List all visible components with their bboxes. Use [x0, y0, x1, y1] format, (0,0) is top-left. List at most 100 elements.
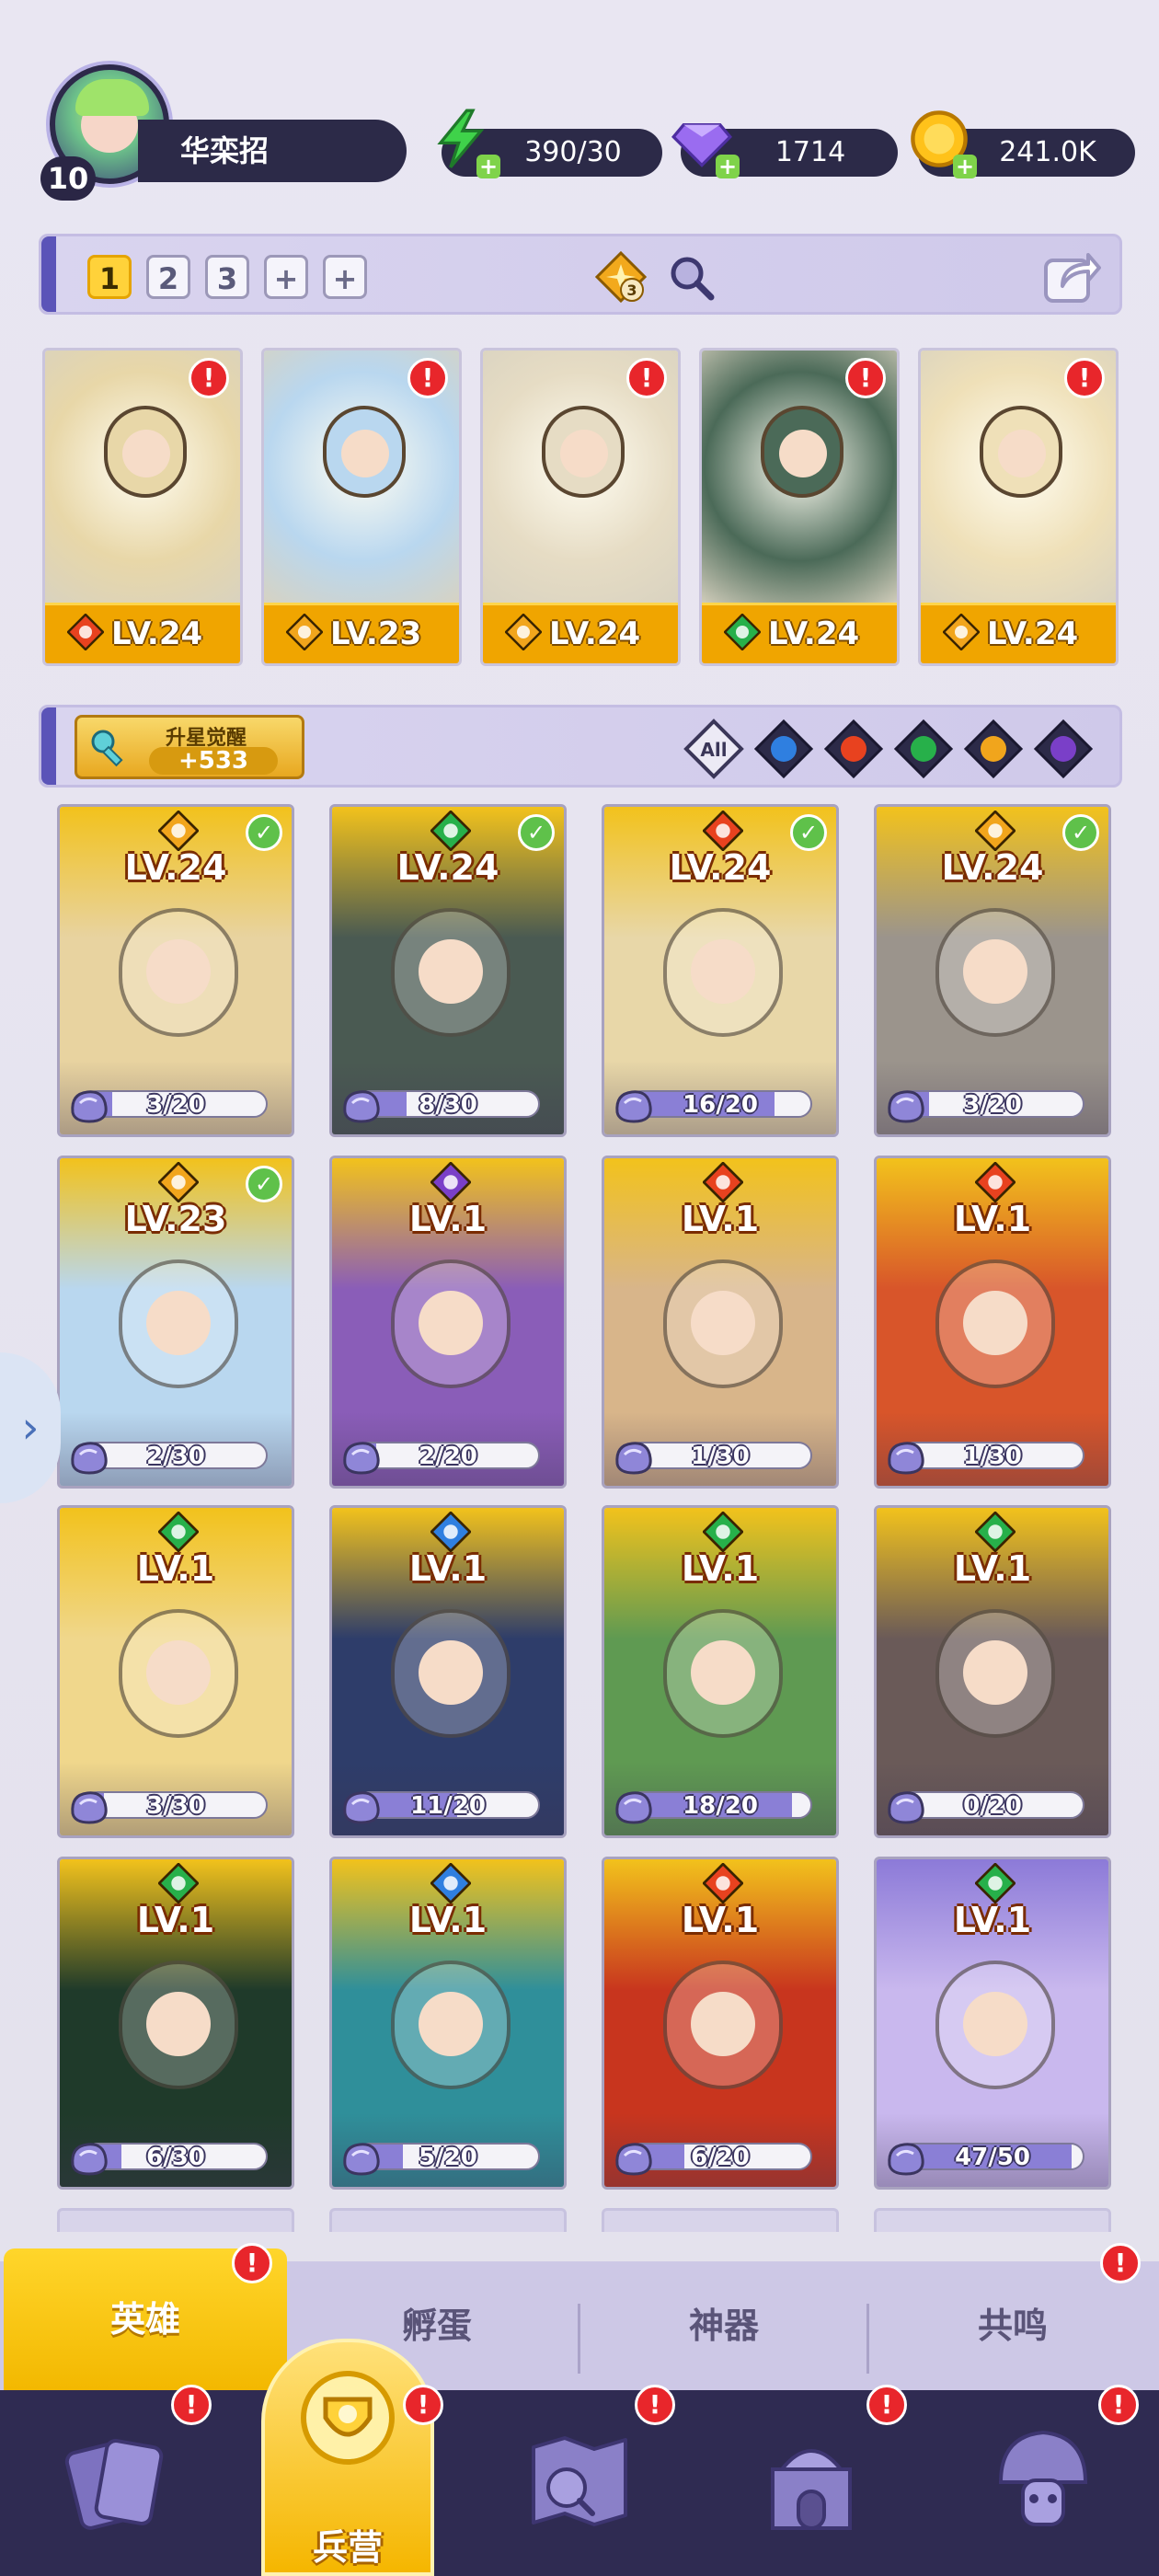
hero-card[interactable]: LV.1 47/50: [874, 1857, 1111, 2190]
nav-map-alert-icon: !: [635, 2385, 675, 2425]
add-energy-icon[interactable]: +: [476, 155, 500, 178]
shard-progress-bar: 3/30: [84, 1791, 268, 1819]
next-row-card: [602, 2208, 839, 2232]
wind-filter-icon: [893, 719, 954, 779]
lineup-alert-icon: !: [1064, 358, 1105, 398]
shard-icon: [615, 2143, 652, 2176]
hero-card[interactable]: LV.23 ✓ 2/30: [57, 1156, 294, 1489]
filter-water-button[interactable]: [753, 719, 814, 779]
shard-progress-bar: 18/20: [628, 1791, 812, 1819]
next-row-card: [57, 2208, 294, 2232]
lineup-hero-card[interactable]: LV.24!: [42, 348, 243, 666]
team-slot-2[interactable]: 2: [146, 255, 190, 299]
fire-element-icon: [974, 1161, 1016, 1203]
water-filter-icon: [753, 719, 814, 779]
shard-icon: [71, 2143, 108, 2176]
filter-light-button[interactable]: [963, 719, 1024, 779]
shard-count: 18/20: [683, 1792, 758, 1819]
nav-barracks[interactable]: 兵营 !: [232, 2339, 464, 2576]
lineup-alert-icon: !: [845, 358, 886, 398]
shard-progress-bar: 3/20: [901, 1090, 1084, 1118]
hero-card[interactable]: LV.1 1/30: [602, 1156, 839, 1489]
hero-card[interactable]: LV.1 6/30: [57, 1857, 294, 2190]
shard-count: 1/30: [691, 1443, 750, 1469]
nav-mushroom-alert-icon: !: [1098, 2385, 1139, 2425]
lineup-hero-card[interactable]: LV.24!: [480, 348, 681, 666]
gold-counter[interactable]: + 241.0K: [911, 110, 1135, 178]
filter-wind-button[interactable]: [893, 719, 954, 779]
hero-card[interactable]: LV.24 ✓ 3/20: [874, 804, 1111, 1137]
shard-count: 3/30: [146, 1792, 205, 1819]
shard-progress-bar: 6/20: [628, 2143, 812, 2170]
hero-level: LV.1: [408, 1900, 488, 1940]
energy-value: 390/30: [524, 136, 622, 168]
hero-card[interactable]: LV.1 1/30: [874, 1156, 1111, 1489]
light-element-icon: [157, 810, 200, 852]
lineup-hero-card[interactable]: LV.24!: [918, 348, 1119, 666]
mushroom-icon: [998, 2430, 1088, 2526]
shard-icon: [888, 1442, 924, 1475]
hero-card[interactable]: LV.1 11/20: [329, 1505, 567, 1838]
nav-barracks-alert-icon: !: [403, 2385, 443, 2425]
nav-mushroom[interactable]: !: [927, 2385, 1159, 2576]
energy-counter[interactable]: + 390/30: [437, 109, 662, 178]
shard-progress-bar: 5/20: [356, 2143, 540, 2170]
checkmark-icon: ✓: [1062, 814, 1099, 851]
add-gem-icon[interactable]: +: [716, 155, 740, 178]
light-element-icon: [504, 613, 543, 651]
shard-count: 3/20: [963, 1091, 1022, 1118]
category-tabs: 英雄 孵蛋 神器 共鸣 ! !: [0, 2243, 1159, 2390]
hero-card[interactable]: LV.1 2/20: [329, 1156, 567, 1489]
filter-dark-button[interactable]: [1033, 719, 1094, 779]
lineup-hero-card[interactable]: LV.24!: [699, 348, 900, 666]
gem-counter[interactable]: + 1714: [671, 122, 898, 178]
shard-progress-bar: 1/30: [628, 1442, 812, 1469]
shard-count: 6/30: [146, 2144, 205, 2170]
hero-card[interactable]: LV.1 0/20: [874, 1505, 1111, 1838]
shard-progress-bar: 2/30: [84, 1442, 268, 1469]
hero-card[interactable]: LV.1 6/20: [602, 1857, 839, 2190]
light-element-icon: [157, 1161, 200, 1203]
nav-cards[interactable]: !: [0, 2385, 232, 2576]
nav-map[interactable]: !: [464, 2385, 695, 2576]
cards-icon: [64, 2439, 164, 2530]
filter-fire-button[interactable]: [823, 719, 884, 779]
filter-all-button[interactable]: All: [683, 719, 744, 779]
shard-count: 1/30: [963, 1443, 1022, 1469]
shard-count: 2/20: [419, 1443, 477, 1469]
hero-card[interactable]: LV.24 ✓ 16/20: [602, 804, 839, 1137]
hero-card[interactable]: LV.1 5/20: [329, 1857, 567, 2190]
hero-card[interactable]: LV.1 3/30: [57, 1505, 294, 1838]
add-gold-icon[interactable]: +: [953, 155, 977, 178]
hero-card[interactable]: LV.24 ✓ 3/20: [57, 804, 294, 1137]
player-level-badge: 10: [40, 156, 96, 201]
shard-progress-bar: 11/20: [356, 1791, 540, 1819]
team-star-button[interactable]: 3: [594, 250, 648, 304]
shard-icon: [343, 1090, 380, 1123]
team-slot-1[interactable]: 1: [87, 255, 132, 299]
star-awaken-button[interactable]: 升星觉醒 +533: [75, 715, 304, 779]
shard-count: 8/30: [419, 1091, 477, 1118]
player-name[interactable]: 华栾招: [138, 120, 407, 182]
light-element-icon: [285, 613, 324, 651]
side-expand-tab[interactable]: ›: [0, 1352, 61, 1503]
next-row-card: [874, 2208, 1111, 2232]
hero-level: LV.1: [953, 1199, 1032, 1239]
hero-card[interactable]: LV.24 ✓ 8/30: [329, 804, 567, 1137]
hero-level: LV.24: [941, 847, 1044, 888]
share-button[interactable]: [1042, 247, 1101, 305]
team-slot-3[interactable]: 3: [205, 255, 249, 299]
hero-card[interactable]: LV.1 18/20: [602, 1505, 839, 1838]
share-icon: [1044, 253, 1101, 303]
nav-castle[interactable]: !: [695, 2385, 927, 2576]
tab-artifacts[interactable]: 神器: [581, 2261, 866, 2390]
hero-level: LV.24: [396, 847, 499, 888]
lineup-hero-card[interactable]: LV.23!: [261, 348, 462, 666]
team-slot-add-1[interactable]: +: [264, 255, 308, 299]
team-bar: 1 2 3 + + 3: [39, 234, 1122, 315]
hero-level: LV.24: [669, 847, 772, 888]
shard-count: 6/20: [691, 2144, 750, 2170]
team-slot-add-2[interactable]: +: [323, 255, 367, 299]
search-button[interactable]: [665, 251, 717, 303]
key-icon: [91, 730, 123, 767]
